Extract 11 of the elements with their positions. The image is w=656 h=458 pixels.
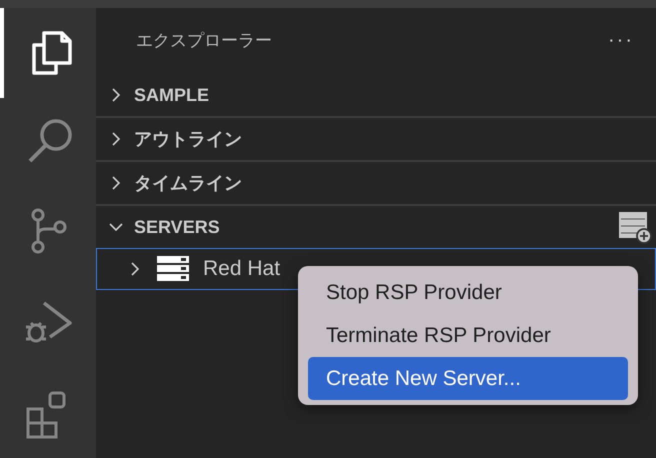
sidebar-title: エクスプローラー [136,30,272,52]
section-header[interactable]: タイムライン [96,160,656,204]
menu-item[interactable]: Create New Server... [308,357,628,400]
section-header[interactable]: アウトライン [96,116,656,160]
menu-item[interactable]: Terminate RSP Provider [308,314,628,357]
section-header[interactable]: SERVERS [96,204,656,248]
server-icon [157,256,189,282]
add-server-icon[interactable] [618,210,652,244]
more-actions-icon[interactable]: ··· [608,28,634,52]
tree-item-label: Red Hat [203,257,280,281]
section-header[interactable]: SAMPLE [96,72,656,116]
